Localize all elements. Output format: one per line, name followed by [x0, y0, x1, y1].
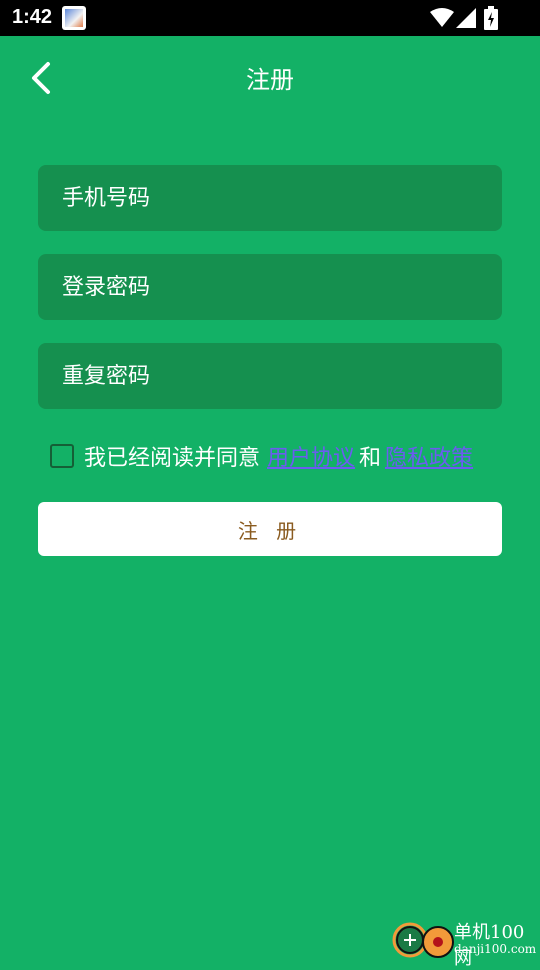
status-time: 1:42 — [12, 6, 53, 28]
signal-icon — [456, 8, 476, 28]
watermark-site-url: danji100.com — [454, 942, 537, 956]
agreement-prefix: 我已经阅读并同意 — [84, 446, 261, 471]
phone-input[interactable] — [38, 165, 502, 231]
repeat-password-field — [38, 343, 502, 409]
page-title: 注册 — [246, 66, 294, 94]
app-notification-icon — [62, 6, 86, 30]
app-header: 注册 — [0, 36, 540, 120]
battery-icon — [484, 6, 498, 30]
password-input[interactable] — [38, 254, 502, 320]
user-agreement-link[interactable]: 用户协议 — [267, 446, 355, 471]
agreement-row: 我已经阅读并同意 用户协议和隐私政策 — [50, 440, 530, 474]
password-field — [38, 254, 502, 320]
status-bar: 1:42 — [0, 0, 540, 36]
agreement-checkbox[interactable] — [50, 444, 74, 468]
agreement-text: 我已经阅读并同意 用户协议和隐私政策 — [84, 440, 473, 472]
phone-field — [38, 165, 502, 231]
agreement-and: 和 — [359, 446, 382, 471]
repeat-password-input[interactable] — [38, 343, 502, 409]
wifi-icon — [430, 8, 454, 27]
privacy-policy-link[interactable]: 隐私政策 — [385, 446, 473, 471]
watermark-logo-icon — [392, 922, 454, 958]
register-button[interactable]: 注 册 — [38, 502, 502, 556]
watermark: 单机100网 danji100.com — [390, 916, 540, 969]
